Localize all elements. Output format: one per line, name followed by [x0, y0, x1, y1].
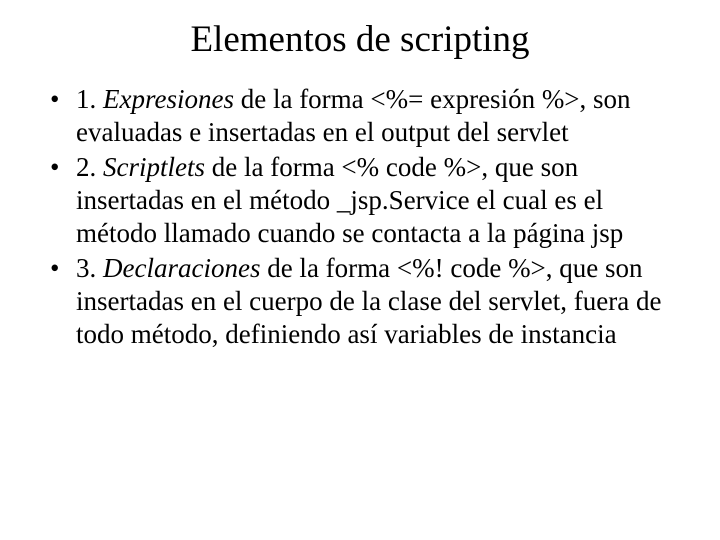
bullet-item: 3. Declaraciones de la forma <%! code %>… [46, 252, 680, 351]
bullet-number: 3. [76, 253, 103, 283]
slide-title: Elementos de scripting [40, 18, 680, 61]
bullet-em-term: Declaraciones [103, 253, 260, 283]
bullet-number: 1. [76, 84, 103, 114]
bullet-number: 2. [76, 152, 103, 182]
bullet-item: 1. Expresiones de la forma <%= expresión… [46, 83, 680, 149]
bullet-em-term: Expresiones [103, 84, 234, 114]
bullet-item: 2. Scriptlets de la forma <% code %>, qu… [46, 151, 680, 250]
bullet-list: 1. Expresiones de la forma <%= expresión… [40, 83, 680, 351]
bullet-em-term: Scriptlets [103, 152, 205, 182]
